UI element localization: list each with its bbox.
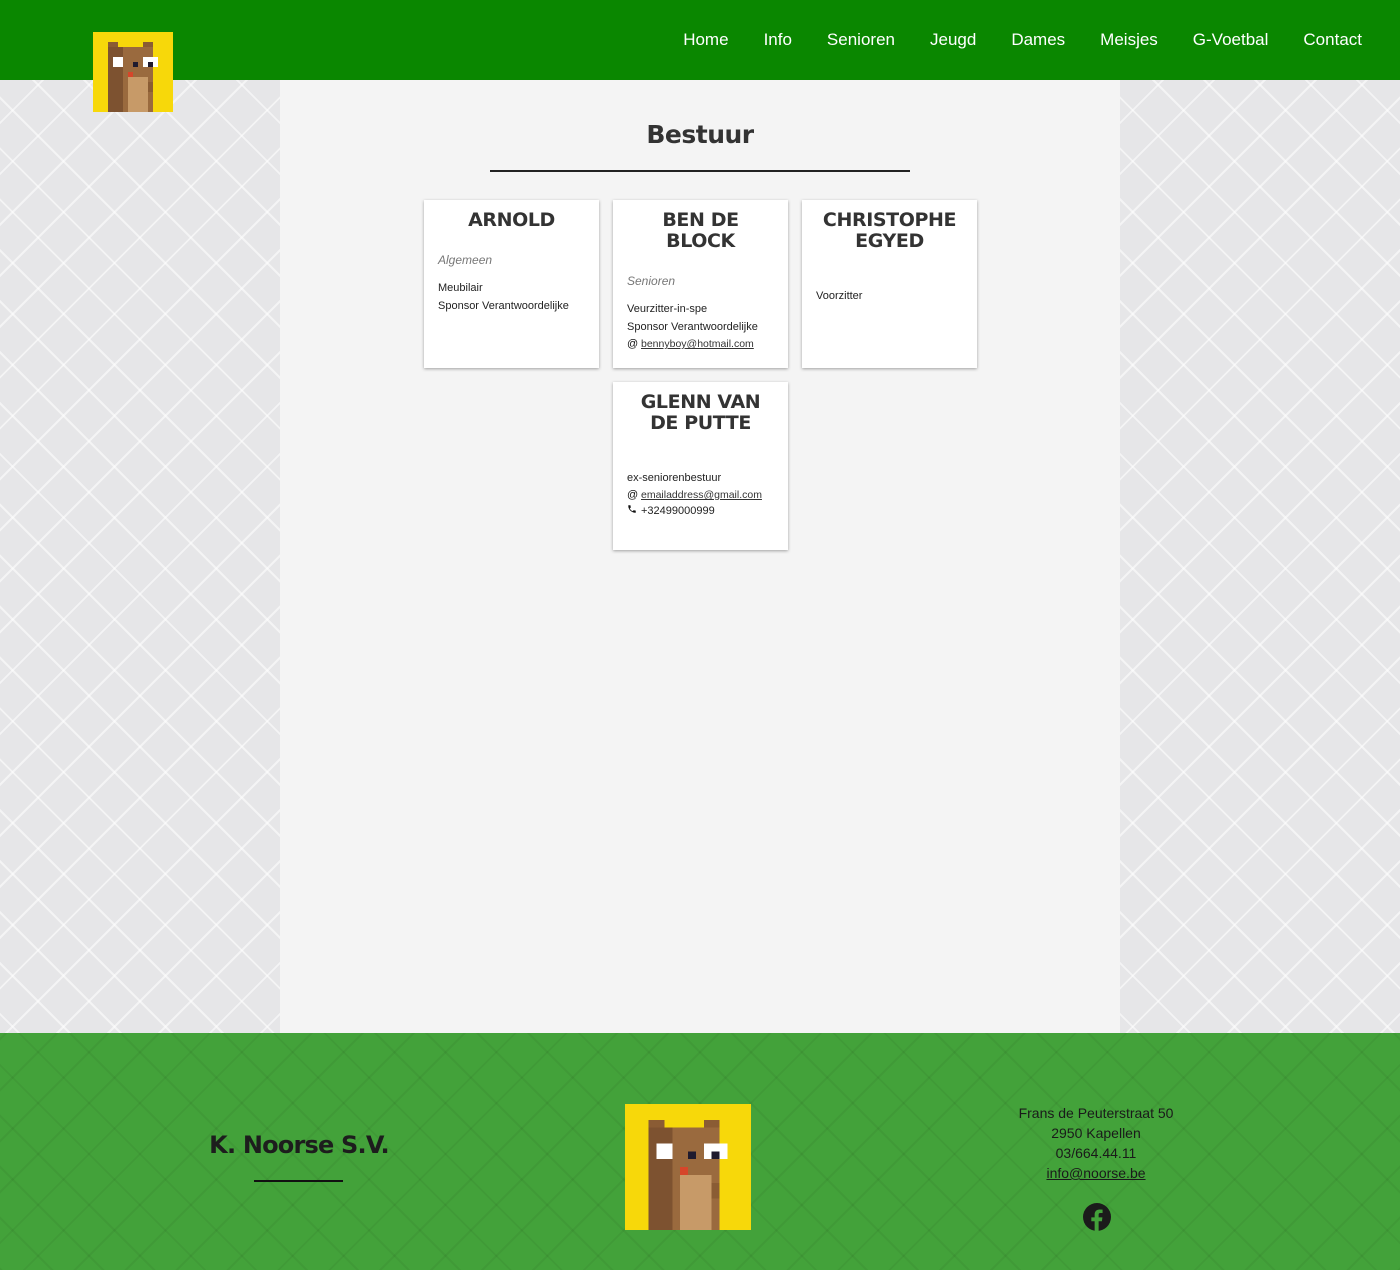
nav-contact[interactable]: Contact <box>1303 30 1362 50</box>
member-card-glenn-van-de-putte: Glenn Van De Putte ex-seniorenbestuur @ … <box>613 382 788 550</box>
member-email-row: @ emailaddress@gmail.com <box>627 487 774 503</box>
member-roles: Veurzitter-in-spe Sponsor Verantwoordeli… <box>627 300 774 352</box>
address-street: Frans de Peuterstraat 50 <box>1018 1105 1174 1121</box>
member-name: Christophe Egyed <box>822 209 957 252</box>
member-name: Arnold <box>468 209 555 231</box>
member-role: Sponsor Verantwoordelijke <box>438 300 569 312</box>
nav-g-voetbal[interactable]: G-Voetbal <box>1193 30 1269 50</box>
main-nav: Home Info Senioren Jeugd Dames Meisjes G… <box>648 30 1362 50</box>
member-role: Meubilair <box>438 282 483 294</box>
footer-divider <box>254 1180 343 1182</box>
member-role: Veurzitter-in-spe <box>627 303 708 315</box>
member-role: Voorzitter <box>816 290 863 302</box>
address-city: 2950 Kapellen <box>1051 1125 1141 1141</box>
site-footer: K. Noorse S.V. Frans de Peuterstraat 50 … <box>0 1033 1400 1270</box>
footer-club-name: K. Noorse S.V. <box>209 1131 389 1159</box>
nav-meisjes[interactable]: Meisjes <box>1100 30 1158 50</box>
footer-email-link[interactable]: info@noorse.be <box>1046 1165 1145 1181</box>
bear-logo-icon <box>93 32 173 112</box>
member-roles: Meubilair Sponsor Verantwoordelijke <box>438 279 585 315</box>
nav-info[interactable]: Info <box>764 30 792 50</box>
facebook-icon[interactable] <box>1083 1203 1111 1231</box>
top-navigation-bar: Home Info Senioren Jeugd Dames Meisjes G… <box>0 0 1400 80</box>
member-email-row: @ bennyboy@hotmail.com <box>627 336 774 352</box>
main-content: Bestuur Arnold Algemeen Meubilair Sponso… <box>280 80 1120 1033</box>
member-card-christophe-egyed: Christophe Egyed Voorzitter <box>802 200 977 368</box>
nav-dames[interactable]: Dames <box>1011 30 1065 50</box>
nav-home[interactable]: Home <box>683 30 728 50</box>
phone-icon <box>627 503 641 519</box>
footer-address: Frans de Peuterstraat 50 2950 Kapellen 0… <box>946 1103 1246 1183</box>
member-roles: Voorzitter <box>816 287 963 305</box>
member-role: ex-seniorenbestuur <box>627 472 722 484</box>
page-title: Bestuur <box>646 120 754 149</box>
member-email-link[interactable]: bennyboy@hotmail.com <box>641 336 754 352</box>
bear-logo-icon <box>625 1104 751 1230</box>
footer-phone: 03/664.44.11 <box>1055 1145 1137 1161</box>
member-email-link[interactable]: emailaddress@gmail.com <box>641 487 762 503</box>
member-card-arnold: Arnold Algemeen Meubilair Sponsor Verant… <box>424 200 599 368</box>
footer-club-logo <box>625 1104 751 1230</box>
member-roles: ex-seniorenbestuur @ emailaddress@gmail.… <box>627 469 774 519</box>
member-role: Sponsor Verantwoordelijke <box>627 321 758 333</box>
member-group: Algemeen <box>438 253 493 267</box>
member-phone-row: +32499000999 <box>627 503 774 519</box>
member-name: Glenn Van De Putte <box>640 391 761 434</box>
at-sign-icon: @ <box>627 489 639 501</box>
member-card-ben-de-block: Ben De Block Senioren Veurzitter-in-spe … <box>613 200 788 368</box>
nav-senioren[interactable]: Senioren <box>827 30 895 50</box>
title-divider <box>490 170 910 172</box>
member-group: Senioren <box>627 274 676 288</box>
member-phone: +32499000999 <box>641 505 715 517</box>
member-name: Ben De Block <box>662 209 739 252</box>
at-sign-icon: @ <box>627 338 639 350</box>
nav-jeugd[interactable]: Jeugd <box>930 30 976 50</box>
club-logo[interactable] <box>93 32 173 112</box>
